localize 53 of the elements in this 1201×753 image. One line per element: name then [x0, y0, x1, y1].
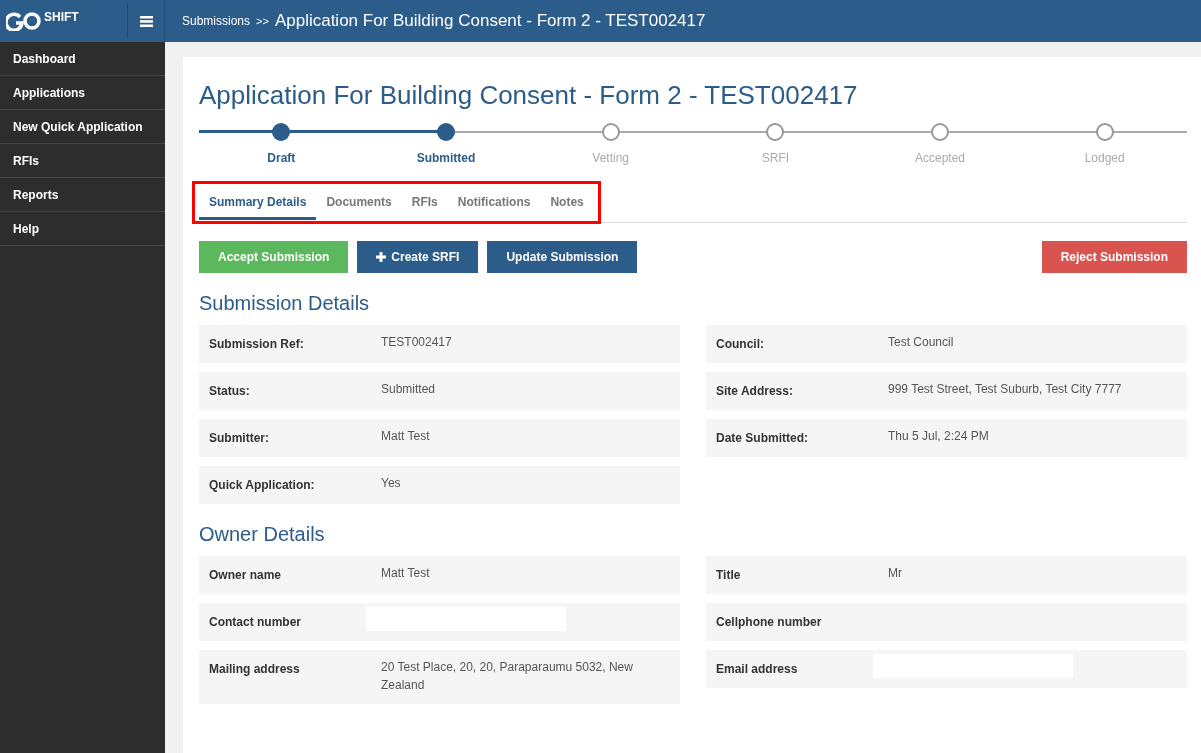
sidebar-item[interactable]: Help [0, 212, 165, 246]
action-button[interactable]: Update Submission [487, 241, 638, 273]
menu-icon [139, 15, 153, 27]
tab[interactable]: Notifications [447, 187, 541, 220]
sidebar-item[interactable]: New Quick Application [0, 110, 165, 144]
step-label: SRFI [761, 150, 789, 167]
field-value: Submitted [381, 381, 437, 398]
field-label: Title [716, 567, 742, 584]
tab[interactable]: Documents [316, 187, 402, 220]
field-label: Date Submitted: [716, 430, 809, 447]
action-button[interactable]: Create SRFI [357, 241, 479, 273]
field-label: Status: [209, 383, 251, 400]
page-title: Application For Building Consent - Form 2 - TEST002417 [199, 79, 859, 112]
field-label: Submission Ref: [209, 336, 305, 353]
field-value: Yes [381, 475, 402, 492]
step-label: Accepted [914, 150, 965, 167]
sidebar-item[interactable]: Reports [0, 178, 165, 212]
field-label: Quick Application: [209, 477, 316, 494]
field-label: Site Address: [716, 383, 794, 400]
action-button[interactable]: Reject Submission [1041, 241, 1187, 273]
sidebar-item[interactable]: RFIs [0, 144, 165, 178]
field-label: Submitter: [209, 430, 270, 447]
sidebar-item[interactable]: Applications [0, 76, 165, 110]
field-label: Mailing address [209, 661, 301, 678]
tab[interactable]: Notes [540, 187, 594, 220]
step-label: Draft [267, 150, 296, 167]
field-value: 20 Test Place, 20, 20, Paraparaumu 5032, New Zealand [381, 659, 634, 694]
sidebar-item[interactable]: Dashboard [0, 42, 165, 76]
field-value: TEST002417 [381, 334, 453, 351]
breadcrumb-link[interactable]: Submissions [182, 12, 251, 30]
field-value: Thu 5 Jul, 2:24 PM [888, 428, 990, 445]
breadcrumb-current: Application For Building Consent - Form 2 - TEST002417 [274, 10, 706, 33]
field-value: Test Council [888, 334, 955, 351]
tab[interactable]: RFIs [401, 187, 448, 220]
logo-mark-icon [6, 11, 42, 31]
plus-icon [376, 252, 387, 262]
field-value: Matt Test [381, 428, 431, 445]
field-label: Contact number [209, 614, 302, 631]
step-label: Submitted [416, 150, 476, 167]
breadcrumb-separator: >> [256, 13, 269, 29]
tab[interactable]: Summary Details [199, 187, 317, 220]
field-value: 999 Test Street, Test Suburb, Test City 7777 [888, 381, 1123, 398]
field-label: Council: [716, 336, 765, 353]
field-label: Owner name [209, 567, 283, 584]
field-value: Mr [888, 565, 903, 582]
field-label: Email address [716, 661, 799, 678]
logo-text: SHIFT [44, 9, 79, 26]
section-title: Submission Details [199, 291, 371, 316]
field-value: Matt Test [381, 565, 431, 582]
step-label: Vetting [592, 150, 629, 167]
section-title: Owner Details [199, 522, 326, 547]
step-label: Lodged [1084, 150, 1125, 167]
field-label: Cellphone number [716, 614, 823, 631]
